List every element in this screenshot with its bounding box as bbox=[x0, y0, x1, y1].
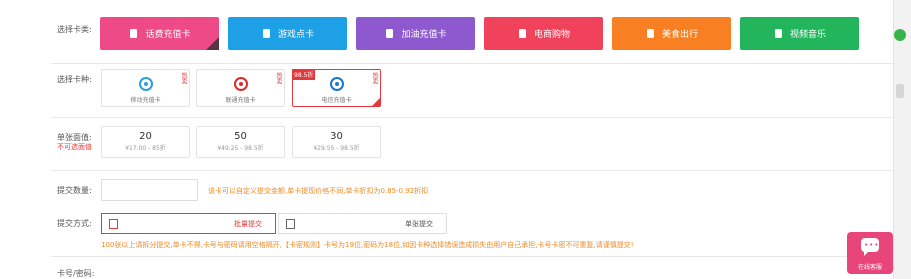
amount-price: ¥17.00 - 85折 bbox=[125, 145, 166, 152]
amount-value: 30 bbox=[330, 131, 343, 142]
amount-sublabel: 不可选面值 bbox=[57, 143, 92, 151]
gamepad-icon bbox=[261, 28, 272, 39]
card-pwd-label: 卡号/密码: bbox=[57, 269, 95, 278]
carrier-label: 选择卡种: bbox=[57, 75, 92, 84]
single-submit-label: 单张提交 bbox=[405, 220, 433, 228]
selected-corner bbox=[372, 98, 380, 106]
amount-value: 20 bbox=[139, 131, 152, 142]
amount-option-0[interactable]: 20 ¥17.00 - 85折 bbox=[101, 126, 190, 158]
batch-submit-label: 批量提交 bbox=[234, 220, 262, 228]
carrier-name: 电信充值卡 bbox=[321, 97, 352, 104]
scrollbar-thumb[interactable] bbox=[896, 84, 904, 98]
category-4[interactable]: 美食出行 bbox=[612, 17, 731, 50]
discount-badge: 98.5折 bbox=[292, 69, 316, 80]
carrier-name: 联通充值卡 bbox=[225, 97, 256, 104]
hot-tag: 热卖 bbox=[275, 72, 282, 84]
fork-knife-icon bbox=[645, 28, 656, 39]
selected-corner bbox=[206, 37, 219, 50]
divider bbox=[51, 63, 893, 64]
scrollbar-track[interactable] bbox=[893, 0, 911, 279]
phone-card-icon bbox=[128, 28, 139, 39]
single-submit-option[interactable]: 单张提交 bbox=[278, 213, 447, 234]
side-status-icon[interactable] bbox=[894, 29, 906, 41]
carrier-2[interactable]: 电信充值卡 热卖 98.5折 bbox=[292, 69, 381, 107]
amount-price: ¥29.55 - 98.5折 bbox=[313, 145, 360, 152]
online-service-button[interactable]: ••• 在线客服 bbox=[847, 232, 893, 274]
category-2[interactable]: 加油充值卡 bbox=[356, 17, 475, 50]
video-play-icon bbox=[773, 28, 784, 39]
divider bbox=[51, 256, 893, 257]
card-type-label: 选择卡类: bbox=[57, 25, 92, 34]
chat-dots: ••• bbox=[864, 241, 880, 249]
china-unicom-logo bbox=[233, 76, 249, 92]
warning-text: 100张以上请拆分提交,单卡不得,卡号与密码请用空格隔开,【卡密规则】卡号为19… bbox=[101, 241, 634, 249]
category-1[interactable]: 游戏点卡 bbox=[228, 17, 347, 50]
carrier-name: 移动充值卡 bbox=[130, 97, 161, 104]
china-telecom-logo bbox=[329, 76, 345, 92]
category-3[interactable]: 电商购物 bbox=[484, 17, 603, 50]
category-label: 加油充值卡 bbox=[401, 30, 447, 40]
hot-tag: 热卖 bbox=[371, 72, 378, 84]
category-label: 美食出行 bbox=[661, 30, 698, 40]
category-label: 电商购物 bbox=[533, 30, 570, 40]
china-mobile-logo bbox=[138, 76, 154, 92]
qty-label: 提交数量: bbox=[57, 186, 92, 195]
qty-input[interactable] bbox=[101, 179, 198, 201]
divider bbox=[51, 117, 893, 118]
amount-option-2[interactable]: 30 ¥29.55 - 98.5折 bbox=[292, 126, 381, 158]
divider bbox=[51, 170, 893, 171]
hot-tag: 热卖 bbox=[180, 72, 187, 84]
category-label: 视频音乐 bbox=[789, 30, 826, 40]
page: 选择卡类: 话费充值卡 游戏点卡 加油充值卡 电商购物 美食出行 视频音乐 选择卡种: 移… bbox=[0, 0, 911, 279]
amount-option-1[interactable]: 50 ¥49.25 - 98.5折 bbox=[196, 126, 285, 158]
online-service-label: 在线客服 bbox=[857, 264, 882, 271]
qty-note: 该卡可以自定义提交金额,单卡提现价格不同,单卡折扣为0.85-0.92折扣 bbox=[208, 187, 429, 195]
amount-price: ¥49.25 - 98.5折 bbox=[217, 145, 264, 152]
fuel-pump-icon bbox=[384, 28, 395, 39]
batch-submit-option[interactable]: 批量提交 bbox=[101, 213, 276, 234]
category-5[interactable]: 视频音乐 bbox=[740, 17, 859, 50]
category-0[interactable]: 话费充值卡 bbox=[100, 17, 219, 50]
carrier-0[interactable]: 移动充值卡 热卖 bbox=[101, 69, 190, 107]
amount-value: 50 bbox=[234, 131, 247, 142]
shopping-card-icon bbox=[517, 28, 528, 39]
submit-method-label: 提交方式: bbox=[57, 219, 92, 228]
category-label: 话费充值卡 bbox=[145, 30, 191, 40]
carrier-1[interactable]: 联通充值卡 热卖 bbox=[196, 69, 285, 107]
category-label: 游戏点卡 bbox=[277, 30, 314, 40]
single-icon bbox=[286, 219, 295, 229]
batch-icon bbox=[109, 219, 118, 229]
